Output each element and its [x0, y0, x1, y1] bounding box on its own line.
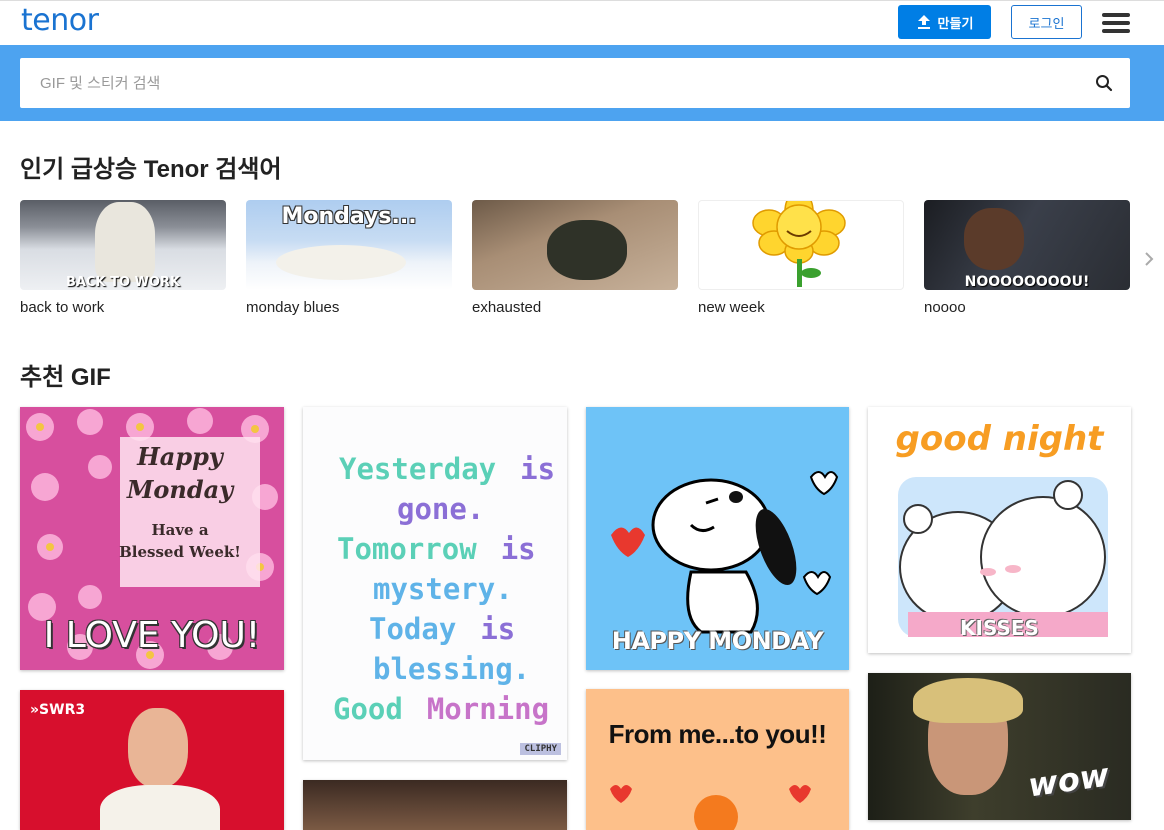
poem-word: is — [520, 452, 556, 486]
poem-word: Today — [369, 612, 457, 646]
gif-caption: HAPPY MONDAY — [611, 627, 824, 655]
trending-thumb: NOOOOOOOOU! — [924, 200, 1130, 290]
gif-good-night[interactable]: good night KISSES — [868, 407, 1131, 653]
trending-thumb — [472, 200, 678, 290]
create-button-label: 만들기 — [937, 15, 974, 31]
gif-overlay-text: Mondays... — [281, 204, 417, 229]
search-box — [20, 58, 1130, 108]
cliphy-badge: CLIPHY — [520, 743, 561, 755]
gif-overlay-text: BACK TO WORK — [65, 275, 181, 290]
trending-label: back to work — [20, 299, 105, 316]
poem-word: blessing. — [373, 652, 531, 686]
gif-person[interactable] — [303, 780, 567, 830]
gif-happy-monday[interactable]: Happy Monday Have a Blessed Week! I LOVE… — [20, 407, 284, 670]
trending-label: monday blues — [246, 299, 340, 316]
trending-title: 인기 급상승 Tenor 검색어 — [20, 156, 282, 183]
hearts-illustration — [610, 785, 811, 830]
search-input[interactable] — [20, 58, 1095, 108]
poem-word: mystery. — [373, 572, 513, 606]
gif-caption: Blessed Week! — [119, 543, 241, 561]
poem-word: Yesterday — [339, 452, 497, 486]
poem-word: is — [500, 532, 536, 566]
trending-thumb: Mondays... — [246, 200, 452, 290]
gif-yesterday-gone[interactable]: Yesterday is gone. Tomorrow is mystery. To… — [303, 407, 567, 760]
trending-label: noooo — [924, 299, 966, 316]
poem-word: Tomorrow — [337, 532, 477, 566]
top-bar: tenor 만들기 로그인 — [0, 0, 1164, 45]
gif-caption: I LOVE YOU! — [43, 615, 261, 656]
trending-label: new week — [698, 299, 765, 316]
search-band — [0, 45, 1164, 121]
chevron-right-icon[interactable] — [1142, 250, 1156, 268]
gif-snoopy[interactable]: HAPPY MONDAY — [586, 407, 849, 670]
trending-label: exhausted — [472, 299, 542, 316]
gif-overlay-text: NOOOOOOOOU! — [964, 274, 1090, 290]
gif-wow[interactable]: wow — [868, 673, 1131, 820]
gif-swr3[interactable]: »SWR3 — [20, 690, 284, 830]
trending-item-exhausted[interactable]: exhausted — [472, 200, 678, 316]
create-button[interactable]: 만들기 — [898, 5, 991, 39]
hamburger-menu-icon[interactable] — [1102, 13, 1130, 33]
poem-word: gone. — [397, 492, 485, 526]
tenor-logo[interactable]: tenor — [21, 3, 99, 38]
gif-from-me[interactable]: From me...to you!! — [586, 689, 849, 830]
gif-poem: Yesterday is gone. Tomorrow is mystery. To… — [303, 449, 567, 729]
gif-caption: wow — [1025, 755, 1112, 805]
upload-icon — [917, 15, 930, 29]
gif-caption: KISSES — [960, 616, 1039, 640]
search-icon[interactable] — [1095, 74, 1113, 92]
trending-thumb — [698, 200, 904, 290]
gif-caption: Happy — [137, 442, 223, 471]
gif-caption: Monday — [126, 475, 234, 504]
poem-word: Morning — [426, 692, 550, 726]
login-button[interactable]: 로그인 — [1011, 5, 1082, 39]
sunflower-illustration — [752, 201, 846, 287]
trending-item-noooo[interactable]: NOOOOOOOOU! noooo — [924, 200, 1130, 316]
poem-word: is — [480, 612, 516, 646]
trending-thumb: BACK TO WORK — [20, 200, 226, 290]
gif-caption: Have a — [151, 521, 209, 539]
recommended-title: 추천 GIF — [20, 364, 111, 391]
trending-item-back-to-work[interactable]: BACK TO WORK back to work — [20, 200, 226, 316]
trending-item-monday-blues[interactable]: Mondays... monday blues — [246, 200, 452, 316]
trending-item-new-week[interactable]: new week — [698, 200, 904, 316]
swr3-badge: »SWR3 — [30, 702, 86, 718]
poem-word: Good — [333, 692, 403, 726]
